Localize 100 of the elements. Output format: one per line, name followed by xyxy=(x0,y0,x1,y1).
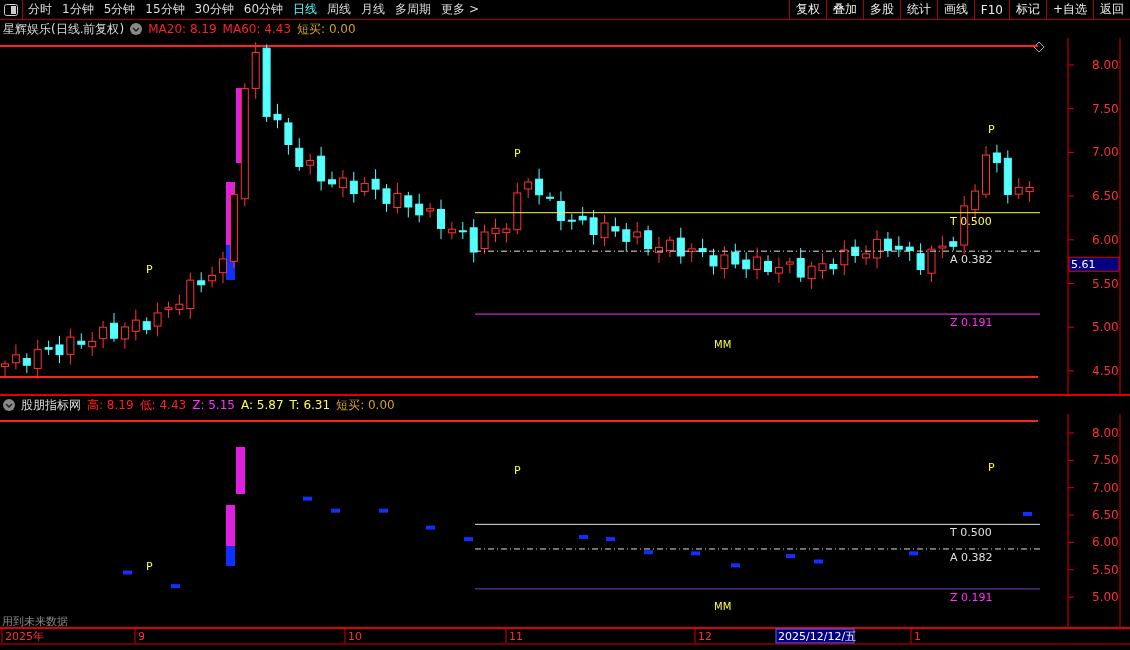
time-axis-label: 11 xyxy=(509,630,523,643)
axis-tick-label: 6.00 xyxy=(1092,232,1119,247)
candlestick xyxy=(785,257,794,274)
period-tab[interactable]: 周线 xyxy=(322,0,357,19)
candlestick xyxy=(818,253,827,280)
signal-dash xyxy=(379,508,388,513)
time-axis-label: 2025年 xyxy=(5,630,44,643)
period-tab[interactable]: 15分钟 xyxy=(140,0,190,19)
period-tab[interactable]: 60分钟 xyxy=(238,0,289,19)
signal-dash xyxy=(644,550,653,555)
candlestick xyxy=(120,321,129,350)
signal-dash xyxy=(303,496,312,501)
chart-title: 星辉娱乐(日线.前复权) xyxy=(3,20,125,38)
candlestick xyxy=(469,218,478,263)
signal-dash xyxy=(909,551,918,556)
axis-tick-label: 5.50 xyxy=(1092,276,1119,291)
diamond-icon[interactable] xyxy=(1033,41,1045,53)
candlestick xyxy=(600,214,609,247)
signal-dash xyxy=(786,554,795,559)
period-tab[interactable]: 月线 xyxy=(356,0,391,19)
candlestick xyxy=(698,238,707,258)
candlestick xyxy=(437,199,445,240)
toolbar-button[interactable]: 复权 xyxy=(788,0,826,19)
period-tab[interactable]: 多周期 xyxy=(390,0,437,19)
candlestick xyxy=(905,241,914,262)
level-label: A 0.382 xyxy=(950,550,993,564)
signal-mark: P xyxy=(514,146,521,160)
candlestick xyxy=(774,256,783,284)
candlestick xyxy=(894,235,903,258)
period-tab[interactable]: 1分钟 xyxy=(57,0,99,19)
axis-tick-label: 7.00 xyxy=(1092,145,1119,160)
candlestick xyxy=(447,221,456,240)
axis-tick-label: 8.00 xyxy=(1092,58,1119,72)
candlestick xyxy=(982,145,990,199)
axis-tick-label: 8.00 xyxy=(1092,426,1119,440)
axis-tick-label: 7.50 xyxy=(1092,453,1119,468)
candlestick xyxy=(502,222,511,244)
toolbar-button[interactable]: 统计 xyxy=(899,0,937,19)
candlestick xyxy=(611,217,620,238)
time-axis-label: 12 xyxy=(698,630,712,643)
candlestick xyxy=(22,352,31,374)
signal-dash xyxy=(1023,511,1032,516)
signal-bar xyxy=(236,447,245,494)
dropdown-icon[interactable] xyxy=(3,399,15,411)
candlestick xyxy=(186,272,195,320)
candlestick xyxy=(88,331,97,357)
candlestick xyxy=(328,171,336,188)
period-tab[interactable]: 分时 xyxy=(23,0,57,19)
toolbar-button[interactable]: 叠加 xyxy=(825,0,863,19)
toolbar-button[interactable]: +自选 xyxy=(1045,0,1093,19)
candlestick xyxy=(382,183,391,213)
time-axis-label: 1 xyxy=(914,630,921,643)
candlestick xyxy=(458,221,467,240)
signal-dash xyxy=(426,525,435,530)
period-tab[interactable]: 5分钟 xyxy=(98,0,141,19)
dropdown-icon[interactable] xyxy=(130,23,143,35)
candlestick xyxy=(535,168,544,205)
signal-dash xyxy=(731,563,740,568)
candlestick xyxy=(99,320,108,349)
cursor-date-label: 2025/12/12/五 xyxy=(775,628,857,644)
axis-tick-label: 5.50 xyxy=(1092,562,1119,577)
indicator-value: Z: 5.15 xyxy=(192,398,235,412)
axis-tick-label: 6.50 xyxy=(1092,189,1119,204)
candlestick xyxy=(513,182,522,235)
candlestick xyxy=(807,261,816,290)
candlestick xyxy=(426,202,435,219)
signal-dash xyxy=(814,559,823,564)
toolbar-button[interactable]: 多股 xyxy=(862,0,900,19)
panel-toggle-icon[interactable] xyxy=(4,3,18,16)
toolbar-button[interactable]: 返回 xyxy=(1093,0,1130,19)
period-tab[interactable]: 日线 xyxy=(288,0,323,19)
indicator-value: A: 5.87 xyxy=(240,398,284,412)
candlestick xyxy=(644,225,653,256)
candlestick xyxy=(709,248,718,275)
candlestick xyxy=(197,271,206,293)
signal-dash xyxy=(464,537,473,542)
candlestick xyxy=(938,235,947,259)
toolbar-button[interactable]: F10 xyxy=(973,0,1009,19)
signal-dash xyxy=(691,551,700,556)
candlestick xyxy=(404,191,413,218)
candlestick xyxy=(665,236,674,258)
candlestick xyxy=(992,144,1001,173)
period-tab[interactable]: 30分钟 xyxy=(189,0,239,19)
candlestick xyxy=(415,193,424,223)
candlestick xyxy=(33,339,42,380)
toolbar-button[interactable]: 标记 xyxy=(1008,0,1046,19)
candlestick xyxy=(687,242,696,263)
candlestick xyxy=(633,221,642,245)
axis-tick-label: 5.00 xyxy=(1092,320,1119,335)
candlestick xyxy=(949,236,958,252)
candlestick xyxy=(1014,177,1023,200)
candlestick xyxy=(916,242,925,276)
toolbar-button[interactable]: 画线 xyxy=(936,0,974,19)
level-label: A 0.382 xyxy=(950,253,993,267)
candlestick xyxy=(44,340,53,356)
level-label: T 0.500 xyxy=(950,526,992,540)
signal-mark: P xyxy=(988,461,995,475)
signal-mark: P xyxy=(514,464,521,477)
period-tab[interactable]: 更多 > xyxy=(436,0,484,19)
candlestick xyxy=(578,206,587,226)
